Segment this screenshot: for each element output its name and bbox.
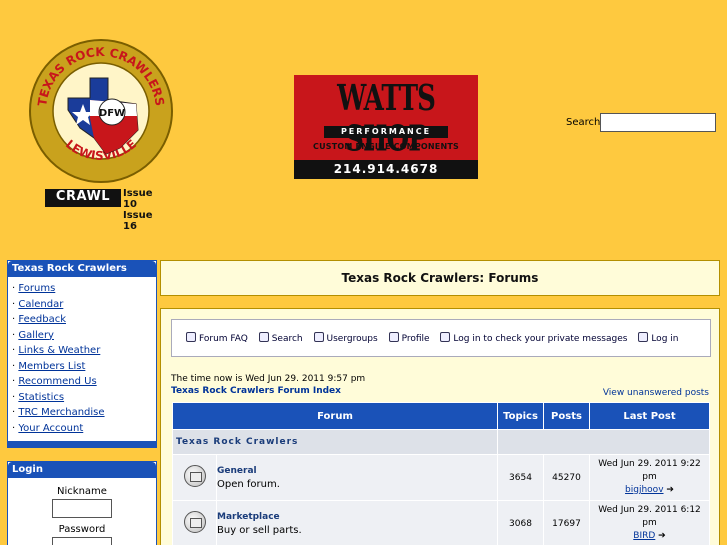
nav-login[interactable]: Log in: [638, 332, 678, 344]
ad-tagline: CUSTOM ENGINE COMPONENTS: [313, 142, 459, 151]
topics-count: 3654: [497, 454, 544, 501]
sidebar-item-forums[interactable]: Forums: [18, 283, 55, 294]
posts-count: 17697: [543, 500, 590, 545]
watts-shop-ad-banner[interactable]: WATTS SHOP PERFORMANCE CUSTOM ENGINE COM…: [294, 75, 478, 179]
forum-description: Buy or sell parts.: [217, 524, 302, 536]
search-icon: [258, 332, 269, 342]
forum-name-link[interactable]: General: [217, 466, 497, 476]
last-post-user-link[interactable]: BIRD: [633, 531, 655, 541]
nickname-input[interactable]: [52, 499, 112, 518]
issue-10-link[interactable]: Issue 10: [123, 188, 167, 210]
messages-icon: [440, 332, 451, 342]
forum-nav-bar: Forum FAQ Search Usergroups Profile Log …: [171, 319, 711, 357]
sidebar-item-your-account[interactable]: Your Account: [18, 423, 83, 434]
texas-rock-crawlers-logo: TEXAS ROCK CRAWLERS LEWISVILLE DFW: [29, 39, 173, 183]
sidebar-item-recommend-us[interactable]: Recommend Us: [18, 376, 96, 387]
login-icon: [638, 332, 649, 342]
nickname-label: Nickname: [57, 486, 107, 497]
sidebar-nav-title: Texas Rock Crawlers: [8, 261, 156, 277]
sidebar-item-feedback[interactable]: Feedback: [18, 314, 66, 325]
last-post-date: Wed Jun 29. 2011 6:12 pm: [598, 505, 701, 528]
forum-name-link[interactable]: Marketplace: [217, 512, 497, 522]
forum-folder-icon: [183, 465, 206, 487]
usergroups-icon: [313, 332, 324, 342]
search-input[interactable]: [600, 113, 716, 132]
header-last-post: Last Post: [589, 402, 710, 430]
posts-count: 45270: [543, 454, 590, 501]
issue-16-link[interactable]: Issue 16: [123, 210, 167, 232]
sidebar-item-members-list[interactable]: Members List: [18, 361, 85, 372]
forum-description: Open forum.: [217, 478, 280, 490]
faq-icon: [186, 332, 196, 342]
password-label: Password: [58, 524, 106, 535]
sidebar-nav-block: Texas Rock Crawlers · Forums · Calendar …: [7, 260, 157, 448]
last-post-user-link[interactable]: bigjhoov: [625, 485, 663, 495]
go-to-post-icon[interactable]: ➔: [666, 485, 674, 495]
topics-count: 3068: [497, 500, 544, 545]
sidebar-item-calendar[interactable]: Calendar: [18, 299, 63, 310]
table-row: Marketplace Buy or sell parts. 3068 1769…: [172, 500, 710, 545]
unanswered-posts-link[interactable]: View unanswered posts: [603, 388, 709, 398]
category-name[interactable]: Texas Rock Crawlers: [172, 429, 498, 455]
sidebar-item-trc-merchandise[interactable]: TRC Merchandise: [18, 407, 104, 418]
nav-faq[interactable]: Forum FAQ: [186, 332, 248, 344]
crawl-magazine-links: CRAWL Issue 10 Issue 16: [45, 188, 167, 232]
sidebar-item-statistics[interactable]: Statistics: [18, 392, 64, 403]
go-to-post-icon[interactable]: ➔: [658, 531, 666, 541]
nav-usergroups[interactable]: Usergroups: [313, 332, 378, 344]
last-post-date: Wed Jun 29. 2011 9:22 pm: [598, 459, 701, 482]
sidebar-item-gallery[interactable]: Gallery: [18, 330, 54, 341]
header-forum: Forum: [172, 402, 498, 430]
login-title: Login: [8, 462, 156, 478]
forum-main-panel: Forum FAQ Search Usergroups Profile Log …: [160, 308, 720, 545]
crawl-logo: CRAWL: [45, 189, 121, 207]
search-label: Search: [566, 117, 601, 128]
page-title: Texas Rock Crawlers: Forums: [160, 260, 720, 296]
sidebar-item-links-weather[interactable]: Links & Weather: [18, 345, 100, 356]
header-topics: Topics: [497, 402, 544, 430]
ad-phone: 214.914.4678: [294, 160, 478, 179]
forum-table: Forum Topics Posts Last Post Texas Rock …: [172, 402, 710, 545]
ad-subtitle: PERFORMANCE: [324, 126, 448, 138]
profile-icon: [388, 332, 399, 342]
forum-folder-icon: [183, 511, 206, 533]
nav-profile[interactable]: Profile: [388, 332, 430, 344]
forum-index-link[interactable]: Texas Rock Crawlers Forum Index: [171, 386, 341, 396]
header-posts: Posts: [543, 402, 590, 430]
nav-search[interactable]: Search: [258, 332, 303, 344]
nav-private-messages[interactable]: Log in to check your private messages: [440, 332, 627, 344]
logo-badge: DFW: [99, 108, 125, 119]
current-time: The time now is Wed Jun 29. 2011 9:57 pm: [171, 374, 366, 384]
table-row: General Open forum. 3654 45270 Wed Jun 2…: [172, 454, 710, 501]
password-input[interactable]: [52, 537, 112, 545]
sidebar-login-block: Login Nickname Password: [7, 461, 157, 545]
